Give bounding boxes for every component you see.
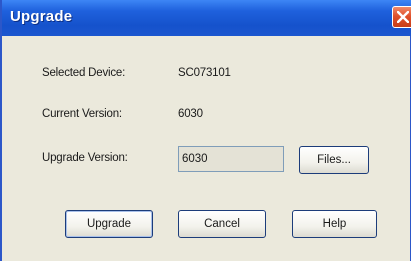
selected-device-value: SC073101: [178, 67, 231, 79]
upgrade-dialog: Upgrade Selected Device: SC073101 Curren…: [0, 0, 411, 261]
upgrade-version-label: Upgrade Version:: [42, 152, 128, 164]
title-bar[interactable]: Upgrade: [2, 0, 411, 36]
selected-device-label: Selected Device:: [42, 67, 126, 79]
close-icon: [397, 11, 409, 23]
upgrade-version-input[interactable]: [178, 146, 284, 172]
close-button[interactable]: [392, 6, 411, 28]
dialog-title: Upgrade: [10, 8, 73, 25]
current-version-label: Current Version:: [42, 108, 122, 120]
cancel-button[interactable]: Cancel: [178, 210, 266, 238]
help-button[interactable]: Help: [292, 210, 377, 238]
files-button[interactable]: Files...: [299, 146, 369, 174]
upgrade-button[interactable]: Upgrade: [65, 210, 153, 238]
current-version-value: 6030: [178, 108, 203, 120]
